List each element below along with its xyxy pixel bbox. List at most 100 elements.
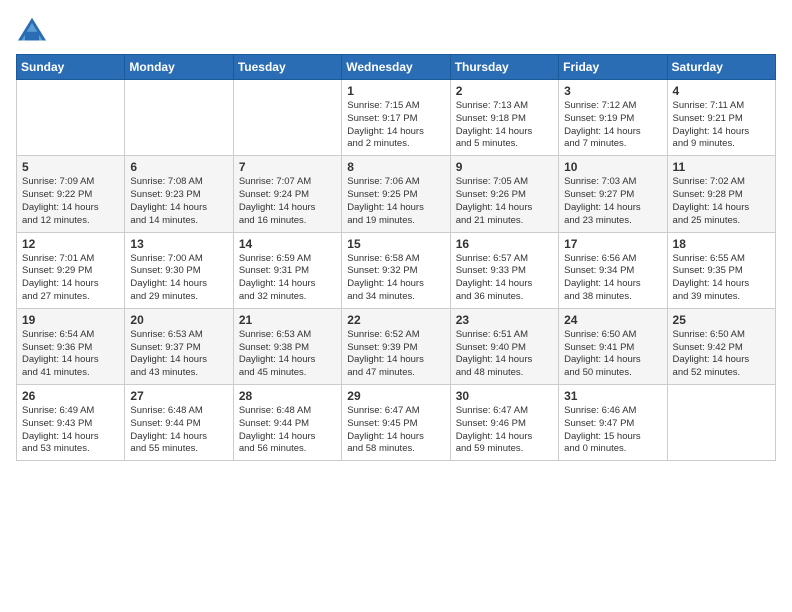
day-info: Sunrise: 6:58 AM Sunset: 9:32 PM Dayligh… — [347, 253, 444, 304]
calendar-day-header: Friday — [559, 55, 667, 80]
day-number: 10 — [564, 160, 661, 174]
calendar-day-cell: 27 Sunrise: 6:48 AM Sunset: 9:44 PM Dayli… — [125, 385, 233, 461]
calendar-day-cell: 9Sunrise: 7:05 AM Sunset: 9:26 PM Daylig… — [450, 156, 558, 232]
calendar-week-row: 26 Sunrise: 6:49 AM Sunset: 9:43 PM Dayli… — [17, 385, 776, 461]
day-number: 27 — [130, 389, 227, 403]
day-number: 19 — [22, 313, 119, 327]
day-info: Sunrise: 7:07 AM Sunset: 9:24 PM Dayligh… — [239, 176, 336, 227]
calendar-day-header: Wednesday — [342, 55, 450, 80]
day-info: Sunrise: 6:46 AM Sunset: 9:47 PM Dayligh… — [564, 405, 661, 456]
calendar-week-row: 1 Sunrise: 7:15 AM Sunset: 9:17 PM Daylig… — [17, 80, 776, 156]
day-info: Sunrise: 7:06 AM Sunset: 9:25 PM Dayligh… — [347, 176, 444, 227]
day-info: Sunrise: 6:51 AM Sunset: 9:40 PM Dayligh… — [456, 329, 553, 380]
day-number: 17 — [564, 237, 661, 251]
day-number: 13 — [130, 237, 227, 251]
day-number: 22 — [347, 313, 444, 327]
calendar-day-cell: 30 Sunrise: 6:47 AM Sunset: 9:46 PM Dayli… — [450, 385, 558, 461]
day-number: 1 — [347, 84, 444, 98]
day-info: Sunrise: 7:05 AM Sunset: 9:26 PM Dayligh… — [456, 176, 553, 227]
day-number: 31 — [564, 389, 661, 403]
calendar-day-cell: 17 Sunrise: 6:56 AM Sunset: 9:34 PM Dayli… — [559, 232, 667, 308]
day-number: 16 — [456, 237, 553, 251]
logo — [16, 16, 52, 44]
day-number: 7 — [239, 160, 336, 174]
day-info: Sunrise: 7:11 AM Sunset: 9:21 PM Dayligh… — [673, 100, 770, 151]
calendar-day-cell: 23 Sunrise: 6:51 AM Sunset: 9:40 PM Dayli… — [450, 308, 558, 384]
calendar-day-cell: 31 Sunrise: 6:46 AM Sunset: 9:47 PM Dayli… — [559, 385, 667, 461]
day-number: 6 — [130, 160, 227, 174]
day-number: 14 — [239, 237, 336, 251]
page-header — [16, 16, 776, 44]
day-number: 15 — [347, 237, 444, 251]
day-number: 23 — [456, 313, 553, 327]
day-number: 30 — [456, 389, 553, 403]
calendar-header-row: SundayMondayTuesdayWednesdayThursdayFrid… — [17, 55, 776, 80]
day-info: Sunrise: 6:47 AM Sunset: 9:46 PM Dayligh… — [456, 405, 553, 456]
day-number: 5 — [22, 160, 119, 174]
calendar-day-cell: 15 Sunrise: 6:58 AM Sunset: 9:32 PM Dayli… — [342, 232, 450, 308]
calendar-day-cell: 6 Sunrise: 7:08 AM Sunset: 9:23 PM Daylig… — [125, 156, 233, 232]
day-number: 11 — [673, 160, 770, 174]
day-info: Sunrise: 7:08 AM Sunset: 9:23 PM Dayligh… — [130, 176, 227, 227]
day-info: Sunrise: 6:57 AM Sunset: 9:33 PM Dayligh… — [456, 253, 553, 304]
day-info: Sunrise: 6:55 AM Sunset: 9:35 PM Dayligh… — [673, 253, 770, 304]
calendar-day-cell: 22 Sunrise: 6:52 AM Sunset: 9:39 PM Dayli… — [342, 308, 450, 384]
calendar-day-cell: 21 Sunrise: 6:53 AM Sunset: 9:38 PM Dayli… — [233, 308, 341, 384]
day-number: 26 — [22, 389, 119, 403]
calendar-week-row: 19Sunrise: 6:54 AM Sunset: 9:36 PM Dayli… — [17, 308, 776, 384]
calendar-day-cell: 26 Sunrise: 6:49 AM Sunset: 9:43 PM Dayli… — [17, 385, 125, 461]
day-number: 3 — [564, 84, 661, 98]
day-info: Sunrise: 7:12 AM Sunset: 9:19 PM Dayligh… — [564, 100, 661, 151]
calendar-day-cell: 28 Sunrise: 6:48 AM Sunset: 9:44 PM Dayli… — [233, 385, 341, 461]
day-info: Sunrise: 7:09 AM Sunset: 9:22 PM Dayligh… — [22, 176, 119, 227]
calendar-week-row: 5 Sunrise: 7:09 AM Sunset: 9:22 PM Daylig… — [17, 156, 776, 232]
day-number: 28 — [239, 389, 336, 403]
calendar-empty-cell — [125, 80, 233, 156]
day-info: Sunrise: 6:48 AM Sunset: 9:44 PM Dayligh… — [239, 405, 336, 456]
day-info: Sunrise: 6:48 AM Sunset: 9:44 PM Dayligh… — [130, 405, 227, 456]
calendar-day-cell: 16 Sunrise: 6:57 AM Sunset: 9:33 PM Dayli… — [450, 232, 558, 308]
calendar-table: SundayMondayTuesdayWednesdayThursdayFrid… — [16, 54, 776, 461]
day-number: 20 — [130, 313, 227, 327]
day-info: Sunrise: 6:49 AM Sunset: 9:43 PM Dayligh… — [22, 405, 119, 456]
calendar-day-cell: 12Sunrise: 7:01 AM Sunset: 9:29 PM Dayli… — [17, 232, 125, 308]
day-number: 2 — [456, 84, 553, 98]
day-info: Sunrise: 6:56 AM Sunset: 9:34 PM Dayligh… — [564, 253, 661, 304]
calendar-day-header: Tuesday — [233, 55, 341, 80]
calendar-day-cell: 8Sunrise: 7:06 AM Sunset: 9:25 PM Daylig… — [342, 156, 450, 232]
logo-icon — [16, 16, 48, 44]
day-number: 18 — [673, 237, 770, 251]
day-number: 25 — [673, 313, 770, 327]
calendar-empty-cell — [233, 80, 341, 156]
day-info: Sunrise: 7:00 AM Sunset: 9:30 PM Dayligh… — [130, 253, 227, 304]
day-info: Sunrise: 6:53 AM Sunset: 9:38 PM Dayligh… — [239, 329, 336, 380]
calendar-day-cell: 14Sunrise: 6:59 AM Sunset: 9:31 PM Dayli… — [233, 232, 341, 308]
day-info: Sunrise: 7:03 AM Sunset: 9:27 PM Dayligh… — [564, 176, 661, 227]
calendar-day-cell: 5 Sunrise: 7:09 AM Sunset: 9:22 PM Daylig… — [17, 156, 125, 232]
day-info: Sunrise: 7:15 AM Sunset: 9:17 PM Dayligh… — [347, 100, 444, 151]
calendar-day-cell: 11 Sunrise: 7:02 AM Sunset: 9:28 PM Dayli… — [667, 156, 775, 232]
day-info: Sunrise: 6:47 AM Sunset: 9:45 PM Dayligh… — [347, 405, 444, 456]
day-number: 4 — [673, 84, 770, 98]
day-info: Sunrise: 6:53 AM Sunset: 9:37 PM Dayligh… — [130, 329, 227, 380]
day-number: 24 — [564, 313, 661, 327]
calendar-day-header: Thursday — [450, 55, 558, 80]
calendar-day-cell: 10 Sunrise: 7:03 AM Sunset: 9:27 PM Dayli… — [559, 156, 667, 232]
calendar-day-cell: 29 Sunrise: 6:47 AM Sunset: 9:45 PM Dayli… — [342, 385, 450, 461]
calendar-day-cell: 2Sunrise: 7:13 AM Sunset: 9:18 PM Daylig… — [450, 80, 558, 156]
calendar-day-cell: 18 Sunrise: 6:55 AM Sunset: 9:35 PM Dayli… — [667, 232, 775, 308]
calendar-day-header: Sunday — [17, 55, 125, 80]
day-info: Sunrise: 7:02 AM Sunset: 9:28 PM Dayligh… — [673, 176, 770, 227]
calendar-day-cell: 19Sunrise: 6:54 AM Sunset: 9:36 PM Dayli… — [17, 308, 125, 384]
day-info: Sunrise: 7:01 AM Sunset: 9:29 PM Dayligh… — [22, 253, 119, 304]
calendar-day-cell: 3 Sunrise: 7:12 AM Sunset: 9:19 PM Daylig… — [559, 80, 667, 156]
calendar-day-cell: 25 Sunrise: 6:50 AM Sunset: 9:42 PM Dayli… — [667, 308, 775, 384]
day-info: Sunrise: 6:50 AM Sunset: 9:42 PM Dayligh… — [673, 329, 770, 380]
calendar-week-row: 12Sunrise: 7:01 AM Sunset: 9:29 PM Dayli… — [17, 232, 776, 308]
day-number: 21 — [239, 313, 336, 327]
calendar-day-cell: 20 Sunrise: 6:53 AM Sunset: 9:37 PM Dayli… — [125, 308, 233, 384]
day-info: Sunrise: 6:52 AM Sunset: 9:39 PM Dayligh… — [347, 329, 444, 380]
calendar-day-header: Monday — [125, 55, 233, 80]
calendar-day-cell: 7 Sunrise: 7:07 AM Sunset: 9:24 PM Daylig… — [233, 156, 341, 232]
day-number: 29 — [347, 389, 444, 403]
